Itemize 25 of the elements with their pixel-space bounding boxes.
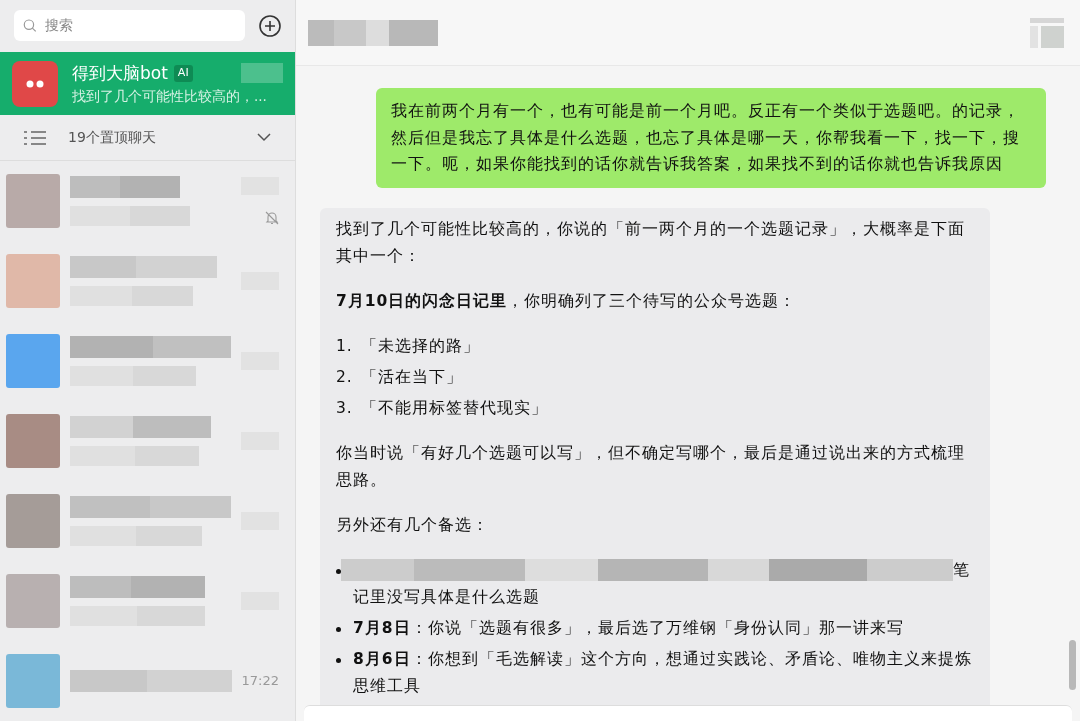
sent-message: 我在前两个月有一个，也有可能是前一个月吧。反正有一个类似于选题吧。的记录，然后但是我忘了具体是什么选题，也忘了具体是哪一天，你帮我看一下，找一下，搜一下。呃，如果你能找到的话你就告诉我答案，如果找不到的话你就也告诉我原因 [376, 88, 1046, 188]
chat-name: 得到大脑bot [72, 61, 168, 85]
list-text: 「不能用标签替代现实」 [360, 397, 548, 419]
list-text: 8月6日：你想到「毛选解读」这个方向，想通过实践论、矛盾论、唯物主义来提炼思维工具 [353, 648, 973, 697]
chat-list-item[interactable]: 得到大脑bot AI 找到了几个可能性比较高的，... [0, 51, 295, 116]
message-paragraph: 找到了几个可能性比较高的，你说的「前一两个月的一个选题记录」，大概率是下面其中一个： [336, 218, 966, 267]
list-number: 1. [336, 335, 353, 357]
list-text: 记里没写具体是什么选题 [353, 586, 541, 608]
list-text: 7月8日：你说「选题有很多」，最后选了万维钢「身份认同」那一讲来写 [353, 617, 904, 639]
search-field[interactable]: 搜索 [42, 14, 236, 38]
ai-tag: AI [173, 65, 193, 82]
message-paragraph: 另外还有几个备选： [336, 514, 490, 536]
chat-time: 17:22 [241, 672, 279, 691]
message-paragraph: 7月10日的闪念日记里，你明确列了三个待写的公众号选题： [336, 290, 798, 312]
message-paragraph: 你当时说「有好几个选题可以写」，但不确定写哪个，最后是通过说出来的方式梳理思路。 [336, 442, 966, 491]
list-text: 「未选择的路」 [360, 335, 480, 357]
pinned-chats-toggle[interactable]: 19个置顶聊天 [0, 115, 295, 161]
list-number: 2. [336, 366, 353, 388]
chat-list-item[interactable]: 17:22 [0, 641, 295, 721]
search-field[interactable]: 搜索 [14, 10, 245, 42]
list-text: 「活在当下」 [360, 366, 463, 388]
chat-preview: 找到了几个可能性比较高的，... [72, 87, 268, 107]
pinned-label: 19个置顶聊天 [68, 128, 157, 148]
list-text: 笔 [953, 559, 970, 581]
list-number: 3. [336, 397, 353, 419]
